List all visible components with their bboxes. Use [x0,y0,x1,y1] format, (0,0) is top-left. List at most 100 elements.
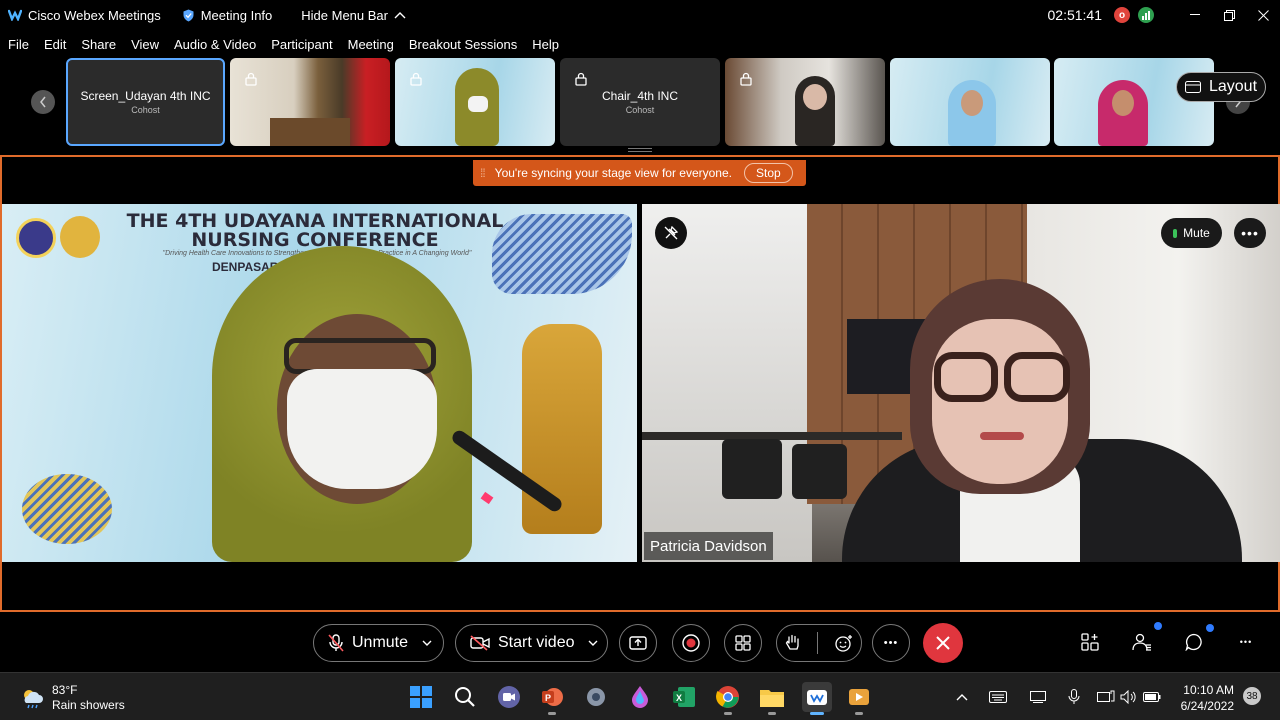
notification-badge[interactable]: 38 [1243,687,1261,705]
lock-icon [410,72,422,86]
settings-app[interactable] [582,683,610,711]
filmstrip-prev-button[interactable] [31,90,55,114]
speaker-mask [287,369,437,489]
webex-app[interactable] [802,682,832,712]
leave-meeting-button[interactable] [923,623,963,663]
running-indicator [724,712,732,715]
participant-tile-screen-udayan[interactable]: Screen_Udayan 4th INC Cohost [66,58,225,146]
menu-edit[interactable]: Edit [44,37,66,52]
participant-tile-patricia[interactable] [725,58,885,146]
chat-badge [1206,624,1214,632]
paint-app[interactable] [626,683,654,711]
microphone-tray-button[interactable] [1064,687,1084,707]
menu-file[interactable]: File [8,37,29,52]
clock-time: 10:10 AM [1183,683,1234,697]
menu-audio-video[interactable]: Audio & Video [174,37,256,52]
window-light [642,204,812,562]
display-button[interactable] [1028,687,1048,707]
speaker-name: Patricia Davidson [650,537,767,555]
face-shape [803,84,827,110]
menu-share[interactable]: Share [81,37,116,52]
keyboard-icon [989,691,1007,703]
volume-button[interactable] [1118,687,1138,707]
speaker-icon [1120,690,1136,704]
participant-tile-conference-1[interactable] [395,58,555,146]
recording-indicator-icon[interactable]: o [1114,7,1130,23]
layout-button[interactable]: Layout [1176,72,1266,102]
running-indicator [548,712,556,715]
menu-breakout-sessions[interactable]: Breakout Sessions [409,37,517,52]
microphone-icon [1068,689,1080,704]
media-player-icon [849,689,869,705]
start-video-button[interactable]: Start video [455,624,608,662]
running-indicator [768,712,776,715]
participant-tile-room[interactable] [230,58,390,146]
chrome-app[interactable] [714,683,742,711]
emoji-reaction-icon[interactable] [835,634,853,652]
network-health-icon[interactable] [1138,7,1154,23]
show-hidden-icons-button[interactable] [952,687,972,707]
participant-tile-chair[interactable]: Chair_4th INC Cohost [560,58,720,146]
video-patricia-davidson[interactable] [642,204,1280,562]
menu-participant[interactable]: Participant [271,37,332,52]
face-shape [1112,90,1134,116]
stop-sync-button[interactable]: Stop [743,163,793,183]
filmstrip-resize-handle[interactable] [628,148,652,152]
pin-video-button[interactable] [655,217,687,249]
unmute-button[interactable]: Unmute [313,624,444,662]
menu-view[interactable]: View [131,37,159,52]
participant-tile-conference-2[interactable] [890,58,1050,146]
apps-button[interactable] [724,624,762,662]
close-window-button[interactable] [1246,0,1280,30]
recording-letter: o [1118,9,1126,21]
restore-button[interactable] [1212,0,1246,30]
participants-button[interactable] [1130,630,1154,654]
teams-chat-app[interactable] [495,683,523,711]
dancer-figure [522,324,602,534]
video-off-icon [470,635,490,651]
share-button[interactable] [619,624,657,662]
display-icon [1030,691,1046,703]
chat-button[interactable] [1182,630,1206,654]
record-button[interactable] [672,624,710,662]
record-icon [682,634,700,652]
drag-grip-icon[interactable]: ⁞⁞ [480,166,486,180]
mute-participant-button[interactable]: Mute [1161,218,1222,248]
clock-widget[interactable]: 10:10 AM 6/24/2022 [1176,682,1234,714]
start-button[interactable] [407,683,435,711]
meeting-info-button[interactable]: Meeting Info [183,8,272,23]
speaker-glasses-left [934,352,998,402]
minimize-button[interactable] [1178,0,1212,30]
menu-help[interactable]: Help [532,37,559,52]
battery-button[interactable] [1142,687,1162,707]
excel-app[interactable]: X [670,683,698,711]
panel-more-button[interactable]: ••• [1234,630,1258,654]
webex-logo-icon [8,9,22,21]
app-title: Cisco Webex Meetings [8,8,161,23]
weather-widget[interactable]: 83°F Rain showers [20,683,125,713]
keyboard-button[interactable] [988,687,1008,707]
raise-hand-icon[interactable] [785,634,801,652]
sync-stage-banner: ⁞⁞ You're syncing your stage view for ev… [473,160,806,186]
media-player-app[interactable] [845,683,873,711]
hide-menu-bar-button[interactable]: Hide Menu Bar [301,8,406,23]
network-button[interactable] [1096,687,1116,707]
menu-meeting[interactable]: Meeting [348,37,394,52]
running-indicator [855,712,863,715]
participant-name: Screen_Udayan 4th INC [80,89,211,103]
close-icon [936,636,950,650]
video-conference-speaker[interactable]: THE 4TH UDAYANA INTERNATIONAL NURSING CO… [2,204,637,562]
face-shape [961,90,983,116]
unpin-icon [664,226,678,240]
powerpoint-app[interactable]: P [538,683,566,711]
file-explorer-app[interactable] [758,683,786,711]
participants-layout-button[interactable] [1078,630,1102,654]
minimize-icon [1190,14,1200,15]
more-options-button[interactable]: ••• [872,624,910,662]
video-more-options-button[interactable]: ••• [1234,218,1266,248]
university-logo [16,218,56,258]
chrome-icon [716,686,739,708]
lock-icon [575,72,587,86]
more-icon: ••• [883,637,899,649]
search-button[interactable] [451,683,479,711]
